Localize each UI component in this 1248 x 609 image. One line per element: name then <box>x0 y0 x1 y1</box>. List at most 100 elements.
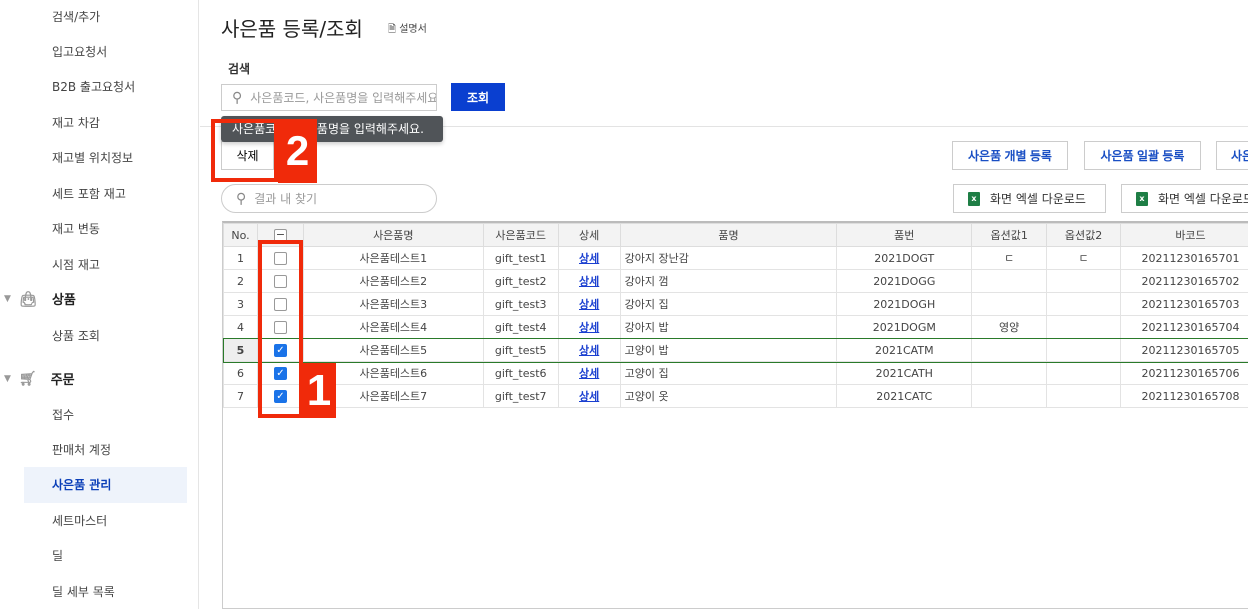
main: 사은품 등록/조회 🗎 설명서 검색 ⚲ 사은품코드, 사은품명을 입력해주세요.… <box>200 0 1248 609</box>
shopping-bag-icon: 👜︎ <box>18 289 38 308</box>
sidebar-item[interactable]: 재고별 위치정보 <box>52 149 133 166</box>
search-input[interactable]: ⚲ 사은품코드, 사은품명을 입력해주세요. <box>221 84 437 111</box>
sidebar-item[interactable]: 딜 세부 목록 <box>52 583 115 600</box>
column-header[interactable]: No. <box>223 223 258 247</box>
excel-icon: x <box>1136 191 1148 206</box>
sidebar-item-selected[interactable]: 사은품 관리 <box>24 467 187 503</box>
item-name: 고양이 밥 <box>619 338 838 362</box>
column-header[interactable]: 사은품명 <box>302 223 484 247</box>
column-header[interactable]: 옵션값1 <box>971 223 1048 247</box>
sidebar-group-order[interactable]: ▼ 🛒︎ 주문 <box>4 369 75 389</box>
annotation-number-2: 2 <box>278 119 317 183</box>
detail-link[interactable]: 상세 <box>579 367 599 380</box>
option1: 영양 <box>971 315 1048 339</box>
sidebar-item[interactable]: 입고요청서 <box>52 43 107 60</box>
sidebar-item[interactable]: 상품 조회 <box>52 327 100 344</box>
annotation-number-1: 1 <box>302 363 336 418</box>
sidebar: 검색/추가입고요청서 B2B 출고요청서재고 차감재고별 위치정보세트 포함 재고… <box>0 0 199 609</box>
document-icon: 🗎 <box>388 24 397 35</box>
column-header[interactable]: 옵션값2 <box>1046 223 1122 247</box>
detail-link-cell: 상세 <box>557 338 621 362</box>
column-header[interactable]: 상세 <box>557 223 621 247</box>
sidebar-item[interactable]: 판매처 계정 <box>52 441 111 458</box>
excel-download-button[interactable]: x 화면 엑셀 다운로드 <box>953 184 1106 213</box>
barcode: 20211230165708 <box>1120 384 1248 408</box>
barcode: 20211230165705 <box>1120 338 1248 362</box>
option2 <box>1046 384 1122 408</box>
gift-code: gift_test1 <box>482 246 559 270</box>
sku: 2021CATM <box>836 338 973 362</box>
table-row[interactable]: 3 사은품테스트3 gift_test3 상세 강아지 집 2021DOGH 2… <box>223 292 1248 316</box>
detail-link[interactable]: 상세 <box>579 275 599 288</box>
table-row[interactable]: 1 사은품테스트1 gift_test1 상세 강아지 장난감 2021DOGT… <box>223 246 1248 270</box>
sidebar-item[interactable]: 세트마스터 <box>52 512 107 529</box>
column-header[interactable]: 사은품코드 <box>482 223 559 247</box>
item-name: 강아지 껌 <box>619 269 838 293</box>
barcode: 20211230165701 <box>1120 246 1248 270</box>
sku: 2021CATC <box>836 384 973 408</box>
annotation-box-1 <box>258 240 303 418</box>
table-row[interactable]: 5 ✓ 사은품테스트5 gift_test5 상세 고양이 밥 2021CATM… <box>222 337 1248 363</box>
option2 <box>1046 292 1122 316</box>
option2: ㄷ <box>1046 246 1122 270</box>
gift-name: 사은품테스트4 <box>302 315 484 339</box>
caret-down-icon: ▼ <box>4 373 11 384</box>
detail-link-cell: 상세 <box>557 269 621 293</box>
row-number: 4 <box>223 315 258 339</box>
table-row[interactable]: 2 사은품테스트2 gift_test2 상세 강아지 껌 2021DOGG 2… <box>223 269 1248 293</box>
register-bulk-button[interactable]: 사은품 일괄 등록 <box>1084 141 1201 170</box>
option1 <box>971 384 1048 408</box>
option1 <box>971 361 1048 385</box>
find-in-results-input[interactable]: ⚲ 결과 내 찾기 <box>221 184 437 213</box>
table-row[interactable]: 7 ✓ 사은품테스트7 gift_test7 상세 고양이 옷 2021CATC… <box>223 384 1248 408</box>
table-row[interactable]: 4 사은품테스트4 gift_test4 상세 강아지 밥 2021DOGM 영… <box>223 315 1248 339</box>
excel-download-button-2[interactable]: x 화면 엑셀 다운로드 <box>1121 184 1248 213</box>
gift-code: gift_test4 <box>482 315 559 339</box>
option1 <box>971 269 1048 293</box>
option2 <box>1046 338 1122 362</box>
sidebar-item[interactable]: 검색/추가 <box>52 8 100 25</box>
barcode: 20211230165703 <box>1120 292 1248 316</box>
detail-link[interactable]: 상세 <box>579 344 599 357</box>
sidebar-item[interactable]: 시점 재고 <box>52 256 100 273</box>
manual-link[interactable]: 🗎 설명서 <box>388 20 427 39</box>
column-header[interactable]: 품번 <box>836 223 973 247</box>
caret-down-icon: ▼ <box>4 293 11 304</box>
sidebar-item[interactable]: 재고 변동 <box>52 220 100 237</box>
sku: 2021DOGM <box>836 315 973 339</box>
detail-link[interactable]: 상세 <box>579 298 599 311</box>
option2 <box>1046 361 1122 385</box>
barcode: 20211230165704 <box>1120 315 1248 339</box>
option2 <box>1046 315 1122 339</box>
row-number: 6 <box>223 361 258 385</box>
search-icon: ⚲ <box>232 89 243 106</box>
table-row[interactable]: 6 ✓ 사은품테스트6 gift_test6 상세 고양이 집 2021CATH… <box>223 361 1248 385</box>
detail-link[interactable]: 상세 <box>579 252 599 265</box>
detail-link-cell: 상세 <box>557 315 621 339</box>
column-header[interactable]: 품명 <box>619 223 838 247</box>
column-header[interactable]: 바코드 <box>1120 223 1248 247</box>
sidebar-item[interactable]: 재고 차감 <box>52 114 100 131</box>
row-number: 1 <box>223 246 258 270</box>
sidebar-group-product[interactable]: ▼ 👜︎ 상품 <box>4 289 76 309</box>
register-single-button[interactable]: 사은품 개별 등록 <box>952 141 1068 170</box>
detail-link[interactable]: 상세 <box>579 390 599 403</box>
row-number: 2 <box>223 269 258 293</box>
option1 <box>971 292 1048 316</box>
detail-link-cell: 상세 <box>557 246 621 270</box>
detail-link[interactable]: 상세 <box>579 321 599 334</box>
sidebar-item[interactable]: 딜 <box>52 547 63 564</box>
sidebar-item[interactable]: 세트 포함 재고 <box>52 185 126 202</box>
gift-name: 사은품테스트5 <box>302 338 484 362</box>
barcode: 20211230165706 <box>1120 361 1248 385</box>
item-name: 강아지 장난감 <box>619 246 838 270</box>
query-button[interactable]: 조회 <box>451 83 505 111</box>
register-more-button[interactable]: 사은 <box>1216 141 1248 170</box>
search-icon: ⚲ <box>236 190 247 207</box>
annotation-box-2 <box>211 119 278 182</box>
sidebar-item[interactable]: B2B 출고요청서 <box>52 78 135 95</box>
item-name: 강아지 밥 <box>619 315 838 339</box>
sku: 2021DOGT <box>836 246 973 270</box>
row-number: 5 <box>223 338 258 362</box>
sidebar-item[interactable]: 접수 <box>52 406 74 423</box>
